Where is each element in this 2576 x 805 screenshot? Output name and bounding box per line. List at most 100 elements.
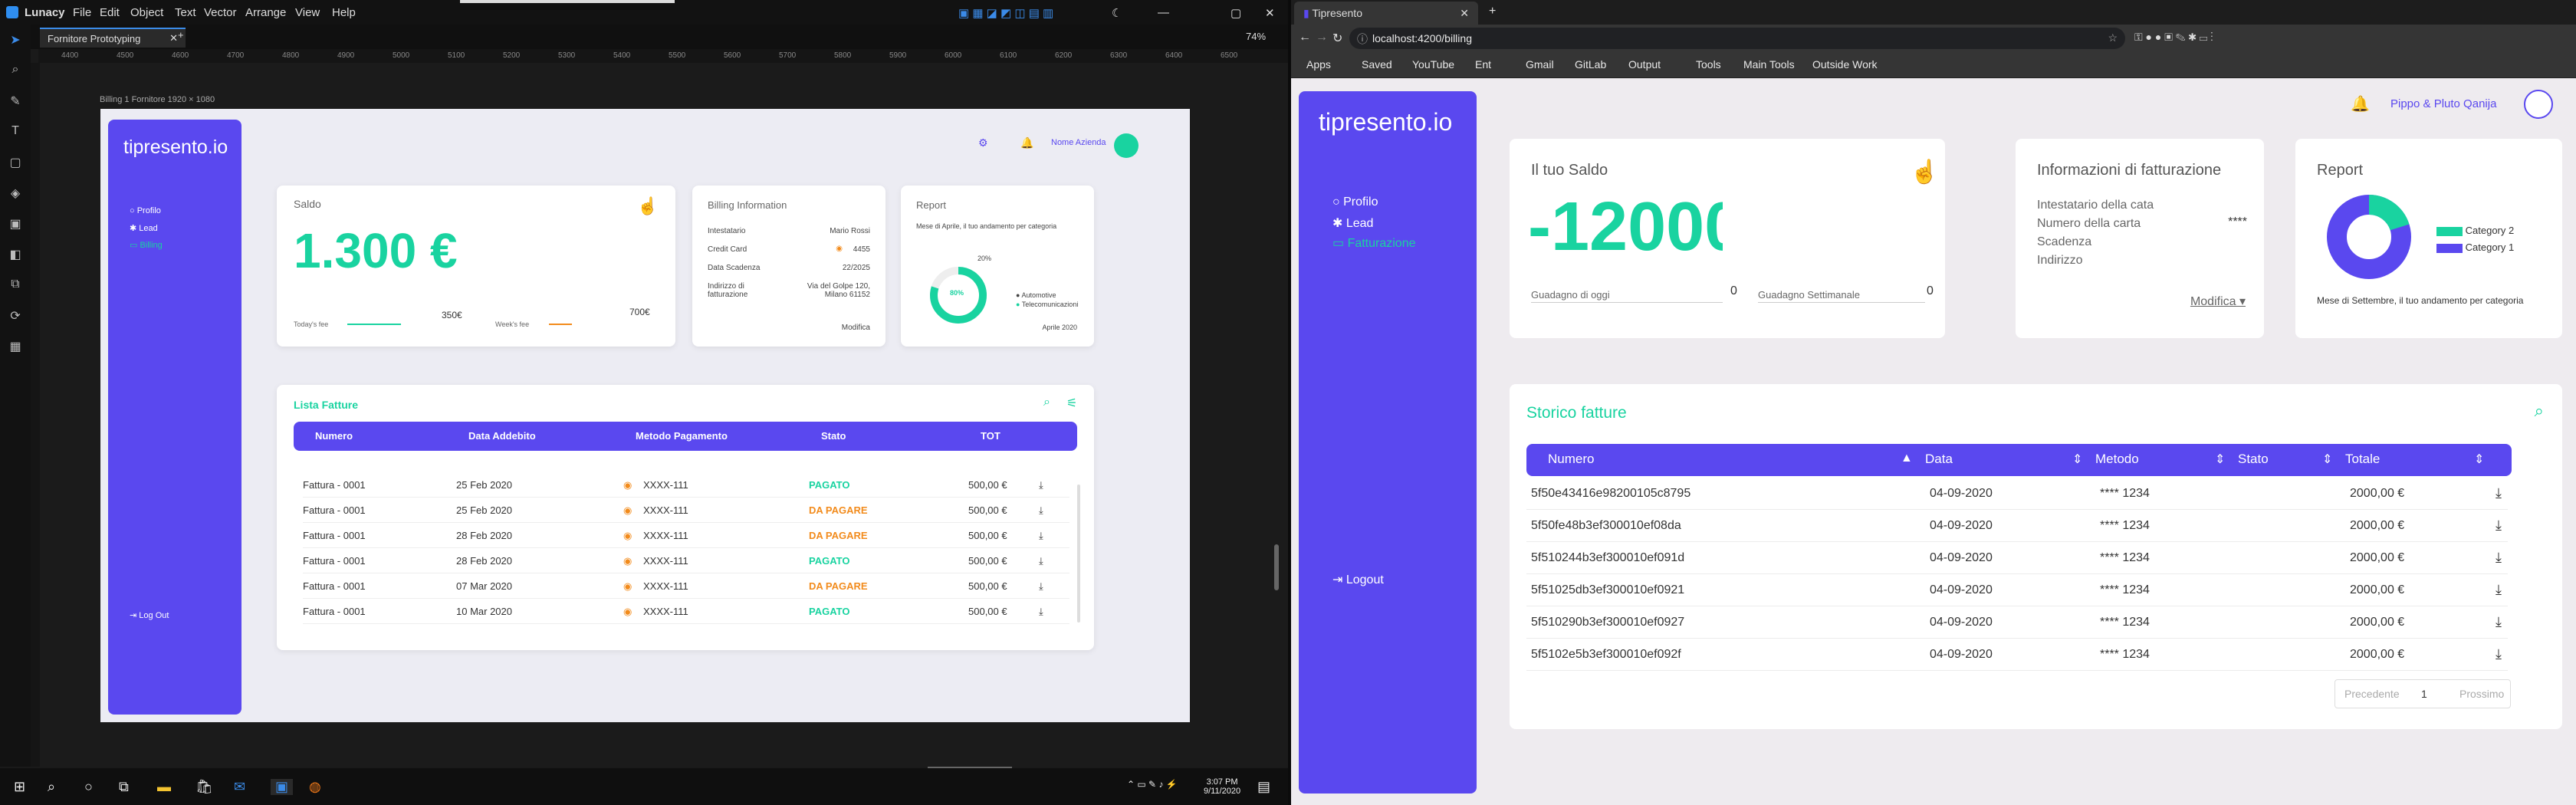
- sort-icon[interactable]: ⇕: [2474, 452, 2484, 467]
- menu-arrange[interactable]: Arrange: [245, 6, 286, 19]
- menu-vector[interactable]: Vector: [204, 6, 237, 19]
- col-totale[interactable]: Totale: [2345, 452, 2380, 467]
- design-avatar[interactable]: [1114, 133, 1138, 158]
- search-icon[interactable]: ⌕: [2535, 401, 2544, 421]
- bookmark-item[interactable]: Gmail: [1526, 58, 1554, 71]
- component-tool-icon[interactable]: ⧉: [8, 278, 23, 293]
- prev-button[interactable]: Precedente: [2344, 688, 2400, 700]
- tab-close-icon[interactable]: ✕: [169, 32, 178, 44]
- table-row[interactable]: Fattura - 0001 28 Feb 2020 XXXX-111 DA PAGA…: [303, 523, 1070, 548]
- tray-icons[interactable]: ⌃ ▭ ✎ ♪ ⚡: [1127, 779, 1178, 790]
- menu-view[interactable]: View: [295, 6, 320, 19]
- filter-icon[interactable]: ⚟: [1066, 396, 1077, 411]
- download-icon[interactable]: ⤓: [1039, 580, 1043, 593]
- notification-icon[interactable]: ▤: [1257, 779, 1270, 795]
- download-icon[interactable]: ⤓: [2496, 550, 2502, 566]
- bookmark-item[interactable]: Main Tools: [1743, 58, 1795, 71]
- artboard[interactable]: tipresento.io ○ Profilo ✱ Lead ▭ Billing…: [100, 109, 1190, 722]
- bell-icon[interactable]: 🔔: [2351, 94, 2370, 113]
- nav-fatturazione[interactable]: ▭ Fatturazione: [1332, 235, 1416, 251]
- grid-tool-icon[interactable]: ▦: [8, 339, 23, 354]
- rectangle-tool-icon[interactable]: ▢: [8, 155, 23, 170]
- bookmark-item[interactable]: Apps: [1306, 58, 1331, 71]
- table-row[interactable]: 5f50e43416e98200105c8795 04-09-2020 **** 1…: [1526, 478, 2508, 510]
- star-icon[interactable]: ☆: [2108, 31, 2118, 44]
- firefox-icon[interactable]: ◍: [309, 779, 321, 795]
- sort-asc-icon[interactable]: ▲: [1901, 452, 1913, 465]
- download-icon[interactable]: ⤓: [2496, 485, 2502, 501]
- nav-logout[interactable]: ⇥ Logout: [1332, 572, 1384, 587]
- col-stato[interactable]: Stato: [2238, 452, 2269, 467]
- close-icon[interactable]: ✕: [1265, 6, 1275, 20]
- design-logout[interactable]: ⇥ Log Out: [130, 610, 169, 620]
- edit-link[interactable]: Modifica ▾: [2190, 294, 2246, 309]
- user-name[interactable]: Pippo & Pluto Qanija: [2390, 97, 2496, 110]
- download-icon[interactable]: ⤓: [1039, 555, 1043, 567]
- col-tot[interactable]: TOT: [981, 430, 1001, 442]
- table-row[interactable]: Fattura - 0001 25 Feb 2020 XXXX-111 DA PAGA…: [303, 498, 1070, 523]
- download-icon[interactable]: ⤓: [1039, 606, 1043, 618]
- download-icon[interactable]: ⤓: [2496, 518, 2502, 534]
- zoom-tool-icon[interactable]: ⌕: [8, 63, 23, 78]
- new-tab-icon[interactable]: +: [1489, 5, 1496, 18]
- moon-icon[interactable]: ☾: [1112, 6, 1122, 20]
- col-numero[interactable]: Numero: [315, 430, 353, 442]
- maximize-icon[interactable]: ▢: [1230, 6, 1241, 20]
- sync-tool-icon[interactable]: ⟳: [8, 308, 23, 324]
- bookmark-item[interactable]: Tools: [1696, 58, 1721, 71]
- bookmark-item[interactable]: Saved: [1362, 58, 1392, 71]
- table-row[interactable]: 5f510244b3ef300010ef091d 04-09-2020 **** 1…: [1526, 542, 2508, 574]
- tab-close-icon[interactable]: ✕: [1460, 7, 1469, 20]
- billing-edit-link[interactable]: Modifica: [842, 324, 870, 332]
- canvas-scrollbar[interactable]: [1274, 544, 1279, 590]
- menu-object[interactable]: Object: [130, 6, 163, 19]
- table-row[interactable]: Fattura - 0001 25 Feb 2020 XXXX-111 PAGATO 5…: [303, 472, 1070, 498]
- bookmark-item[interactable]: Output: [1628, 58, 1661, 71]
- menu-text[interactable]: Text: [175, 6, 196, 19]
- search-taskbar-icon[interactable]: ⌕: [48, 779, 55, 795]
- store-icon[interactable]: 🛍: [196, 779, 213, 795]
- image-tool-icon[interactable]: ▣: [8, 216, 23, 232]
- download-icon[interactable]: ⤓: [1039, 530, 1043, 542]
- taskview-icon[interactable]: ⧉: [119, 779, 129, 795]
- table-row[interactable]: 5f510290b3ef300010ef0927 04-09-2020 **** 1…: [1526, 606, 2508, 639]
- download-icon[interactable]: ⤓: [1039, 504, 1043, 517]
- sort-icon[interactable]: ⇕: [2215, 452, 2225, 467]
- col-stato[interactable]: Stato: [821, 430, 846, 442]
- download-icon[interactable]: ⤓: [2496, 646, 2502, 662]
- table-row[interactable]: Fattura - 0001 10 Mar 2020 XXXX-111 PAGATO 5…: [303, 599, 1070, 624]
- address-bar[interactable]: ⓘ localhost:4200/billing ☆: [1349, 28, 2125, 49]
- col-metodo[interactable]: Metodo Pagamento: [636, 430, 728, 442]
- pen-tool-icon[interactable]: ✎: [8, 94, 23, 109]
- zoom-level[interactable]: 74%: [1246, 31, 1266, 42]
- avatar[interactable]: [2524, 90, 2553, 119]
- table-scrollbar[interactable]: [1077, 485, 1080, 623]
- mail-icon[interactable]: ✉: [234, 779, 245, 795]
- fill-tool-icon[interactable]: ◈: [8, 186, 23, 201]
- design-nav-profilo[interactable]: ○ Profilo: [130, 206, 161, 215]
- table-row[interactable]: Fattura - 0001 07 Mar 2020 XXXX-111 DA PAGA…: [303, 573, 1070, 599]
- search-icon[interactable]: ⌕: [1043, 396, 1050, 409]
- forward-icon[interactable]: →: [1316, 31, 1328, 44]
- windows-start-icon[interactable]: ⊞: [14, 779, 25, 795]
- table-row[interactable]: 5f5102e5b3ef300010ef092f 04-09-2020 **** 1…: [1526, 639, 2508, 671]
- col-numero[interactable]: Numero: [1548, 452, 1594, 467]
- sort-icon[interactable]: ⇕: [2322, 452, 2332, 467]
- sort-icon[interactable]: ⇕: [2072, 452, 2082, 467]
- reload-icon[interactable]: ↻: [1332, 31, 1342, 46]
- select-tool-icon[interactable]: ➤: [8, 32, 23, 48]
- bookmark-item[interactable]: YouTube: [1412, 58, 1454, 71]
- nav-profilo[interactable]: ○ Profilo: [1332, 196, 1378, 209]
- taskbar-clock[interactable]: 3:07 PM 9/11/2020: [1204, 777, 1240, 796]
- bookmark-item[interactable]: Outside Work: [1812, 58, 1878, 71]
- design-nav-billing[interactable]: ▭ Billing: [130, 240, 163, 250]
- text-tool-icon[interactable]: T: [8, 124, 23, 140]
- toolbar-icons[interactable]: ▣ ▦ ◪ ◩ ◫ ▤ ▥: [958, 6, 1053, 20]
- col-data[interactable]: Data: [1925, 452, 1953, 467]
- document-tab[interactable]: Fornitore Prototyping ✕: [40, 28, 186, 48]
- layers-tool-icon[interactable]: ◧: [8, 247, 23, 262]
- next-button[interactable]: Prossimo: [2459, 688, 2504, 700]
- browser-tab[interactable]: ▮ Tipresento ✕: [1294, 2, 1478, 25]
- cortana-icon[interactable]: ○: [84, 779, 93, 795]
- table-row[interactable]: 5f51025db3ef300010ef0921 04-09-2020 **** 1…: [1526, 574, 2508, 606]
